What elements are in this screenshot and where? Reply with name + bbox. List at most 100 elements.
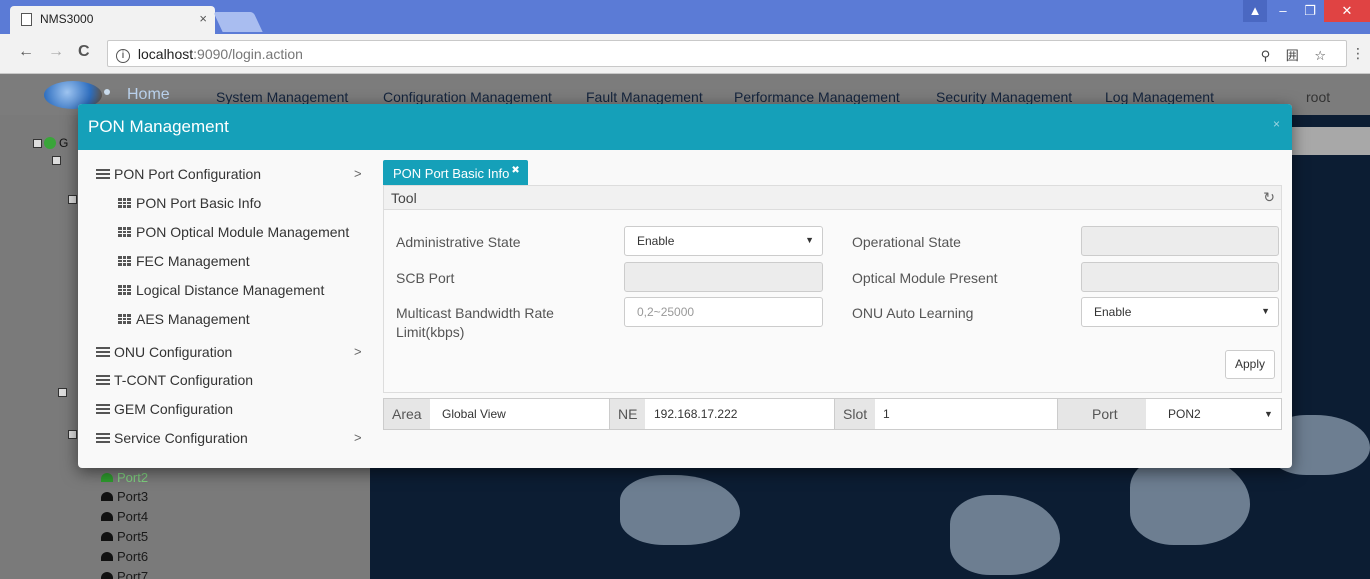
- table-icon: [118, 256, 131, 266]
- chevron-down-icon: ▼: [1261, 306, 1270, 316]
- url-input[interactable]: i localhost:9090/login.action ⚲ 囲 ☆: [107, 40, 1347, 67]
- chevron-down-icon: ▼: [1264, 409, 1273, 419]
- maximize-button[interactable]: ❐: [1297, 0, 1323, 22]
- onu-icon: [101, 572, 113, 579]
- sidebar-item-pon-port-configuration[interactable]: PON Port Configuration: [96, 166, 261, 182]
- slot-value: 1: [883, 407, 890, 421]
- tree-expand-icon[interactable]: [68, 430, 77, 439]
- onu-icon: [101, 492, 113, 501]
- optical-module-present-label: Optical Module Present: [852, 270, 998, 286]
- tree-port-item[interactable]: Port7: [101, 569, 148, 579]
- ne-filter[interactable]: NE 192.168.17.222: [610, 399, 834, 429]
- dialog-close-icon[interactable]: ×: [1273, 117, 1280, 131]
- forward-icon[interactable]: →: [48, 43, 64, 61]
- sidebar-item-onu-configuration[interactable]: ONU Configuration: [96, 344, 232, 360]
- chevron-right-icon[interactable]: >: [354, 344, 362, 359]
- back-icon[interactable]: ←: [18, 43, 34, 61]
- omnibox-actions-icons[interactable]: ⚲ 囲 ☆: [1261, 45, 1332, 64]
- tree-expand-icon[interactable]: [33, 139, 42, 148]
- table-icon: [118, 314, 131, 324]
- scb-port-field: [624, 262, 823, 292]
- apply-button[interactable]: Apply: [1225, 350, 1275, 379]
- tree-root-label[interactable]: G: [59, 136, 68, 150]
- logo-dot: [104, 89, 110, 95]
- multicast-bandwidth-input[interactable]: 0,2~25000: [624, 297, 823, 327]
- content-area: PON Port Basic Info ✖ Tool ↻ Administrati…: [383, 160, 1282, 460]
- map-toolbar: [1290, 127, 1370, 155]
- tree-port-item[interactable]: Port3: [101, 489, 148, 504]
- list-icon: [96, 433, 110, 443]
- map-landmass: [950, 495, 1060, 575]
- onu-icon: [101, 532, 113, 541]
- admin-state-select[interactable]: Enable ▼: [624, 226, 823, 256]
- browser-tab[interactable]: NMS3000 ×: [10, 6, 215, 34]
- tab-label: PON Port Basic Info: [393, 166, 510, 181]
- sidebar-item-tcont-configuration[interactable]: T-CONT Configuration: [96, 372, 253, 388]
- sidebar-subitem-pon-port-basic-info[interactable]: PON Port Basic Info: [118, 195, 261, 211]
- address-bar: ← → C i localhost:9090/login.action ⚲ 囲 …: [0, 34, 1370, 74]
- port-filter[interactable]: Port PON2 ▼: [1058, 399, 1281, 429]
- dialog-header: PON Management ×: [78, 104, 1292, 150]
- operational-state-label: Operational State: [852, 234, 961, 250]
- sidebar-subitem-fec[interactable]: FEC Management: [118, 253, 250, 269]
- list-icon: [96, 404, 110, 414]
- onu-icon: [101, 473, 113, 482]
- sidebar-subitem-optical-module[interactable]: PON Optical Module Management: [118, 224, 349, 240]
- slot-filter[interactable]: Slot 1: [835, 399, 1057, 429]
- menu-log-management[interactable]: Log Management: [1105, 89, 1214, 105]
- area-value: Global View: [442, 407, 506, 421]
- sidebar-item-service-configuration[interactable]: Service Configuration: [96, 430, 248, 446]
- ne-value: 192.168.17.222: [654, 407, 738, 421]
- profile-icon[interactable]: ▲: [1243, 0, 1267, 22]
- menu-performance-management[interactable]: Performance Management: [734, 89, 900, 105]
- ne-label: NE: [610, 399, 646, 429]
- info-icon[interactable]: i: [116, 49, 130, 63]
- list-icon: [96, 375, 110, 385]
- admin-state-label: Administrative State: [396, 234, 521, 250]
- onu-auto-learning-label: ONU Auto Learning: [852, 305, 974, 321]
- area-filter[interactable]: Area Global View: [384, 399, 609, 429]
- optical-module-present-field: [1081, 262, 1279, 292]
- operational-state-field: [1081, 226, 1279, 256]
- new-tab-button[interactable]: [213, 12, 263, 32]
- sidebar-subitem-logical-distance[interactable]: Logical Distance Management: [118, 282, 324, 298]
- port-value: PON2: [1168, 407, 1201, 421]
- sidebar-subitem-aes[interactable]: AES Management: [118, 311, 250, 327]
- reload-icon[interactable]: C: [78, 43, 90, 61]
- chevron-right-icon[interactable]: >: [354, 166, 362, 181]
- menu-configuration-management[interactable]: Configuration Management: [383, 89, 552, 105]
- tree-port-item[interactable]: Port6: [101, 549, 148, 564]
- pon-management-dialog: PON Management × PON Port Configuration …: [78, 104, 1292, 468]
- browser-menu-icon[interactable]: ⋮: [1351, 45, 1365, 62]
- onu-icon: [101, 552, 113, 561]
- user-name[interactable]: root: [1306, 89, 1330, 105]
- browser-tab-bar: NMS3000 × ▲ – ❐ ✕: [0, 0, 1370, 34]
- tool-label: Tool: [391, 190, 417, 206]
- tree-expand-icon[interactable]: [68, 195, 77, 204]
- list-icon: [96, 347, 110, 357]
- minimize-button[interactable]: –: [1270, 0, 1296, 22]
- sidebar-item-gem-configuration[interactable]: GEM Configuration: [96, 401, 233, 417]
- page-icon: [21, 13, 32, 26]
- window-close-button[interactable]: ✕: [1324, 0, 1370, 22]
- tab-close-icon[interactable]: ✖: [511, 165, 519, 176]
- dialog-title: PON Management: [88, 117, 229, 136]
- tree-expand-icon[interactable]: [52, 156, 61, 165]
- tab-pon-port-basic-info[interactable]: PON Port Basic Info ✖: [383, 160, 528, 185]
- menu-home[interactable]: Home: [127, 86, 170, 104]
- tree-port-item[interactable]: Port2: [101, 470, 148, 485]
- menu-fault-management[interactable]: Fault Management: [586, 89, 703, 105]
- tree-expand-icon[interactable]: [58, 388, 67, 397]
- list-icon: [96, 169, 110, 179]
- basic-info-panel: Tool ↻ Administrative State Enable ▼ Ope…: [383, 185, 1282, 393]
- chevron-right-icon[interactable]: >: [354, 430, 362, 445]
- map-landmass: [1130, 455, 1250, 545]
- tree-port-item[interactable]: Port4: [101, 509, 148, 524]
- menu-system-management[interactable]: System Management: [216, 89, 348, 105]
- onu-icon: [101, 512, 113, 521]
- tab-close-icon[interactable]: ×: [199, 11, 207, 26]
- tree-port-item[interactable]: Port5: [101, 529, 148, 544]
- menu-security-management[interactable]: Security Management: [936, 89, 1072, 105]
- refresh-icon[interactable]: ↻: [1263, 189, 1275, 206]
- onu-auto-learning-select[interactable]: Enable ▼: [1081, 297, 1279, 327]
